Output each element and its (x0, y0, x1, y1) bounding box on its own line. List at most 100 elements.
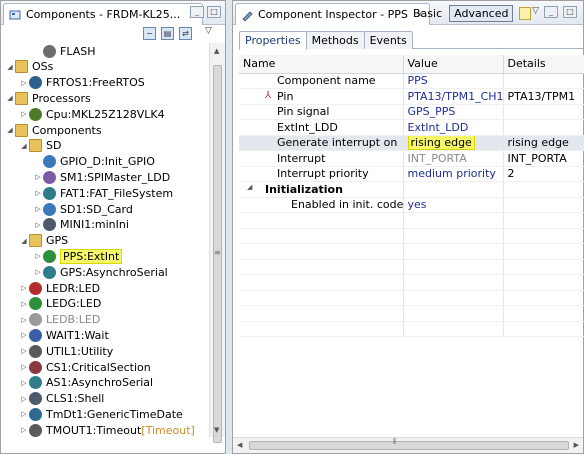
empty-cell (239, 305, 404, 322)
tree-item[interactable]: ▷ SD1:SD_Card (33, 201, 133, 217)
tree-item[interactable]: FLASH (33, 43, 96, 59)
tree-item[interactable]: ▷ FAT1:FAT_FileSystem (33, 185, 173, 201)
collapsed-arrow-icon[interactable]: ▷ (33, 268, 43, 276)
property-value[interactable]: yes (403, 197, 504, 213)
property-row[interactable]: ExtInt_LDD ExtInt_LDD (239, 119, 584, 136)
collapsed-arrow-icon[interactable]: ▷ (19, 395, 29, 403)
collapsed-arrow-icon[interactable]: ▷ (19, 426, 29, 434)
tree-item[interactable]: ◢ GPS (19, 233, 68, 249)
vertical-scrollbar[interactable]: ▲ ≡ ▼ (209, 43, 225, 443)
advanced-button[interactable]: Advanced (449, 5, 514, 22)
tree-item[interactable]: ▷ CLS1:Shell (19, 391, 104, 407)
tree-item[interactable]: ▷ CS1:CriticalSection (19, 359, 151, 375)
property-value[interactable]: PTA13/TPM1_CH1 (403, 88, 504, 105)
property-row[interactable]: Component name PPS (239, 73, 584, 89)
inspector-tab[interactable]: Component Inspector - PPS × (235, 3, 431, 25)
tree-item[interactable]: ▷ UTIL1:Utility (19, 343, 113, 359)
component-icon (43, 202, 56, 216)
link-editor-icon[interactable]: ⇄ (179, 27, 192, 40)
collapsed-arrow-icon[interactable]: ▷ (19, 410, 29, 418)
tree-item[interactable]: ◢ Processors (5, 90, 91, 106)
tree-item[interactable]: ◢ OSs (5, 59, 53, 75)
tree-item[interactable]: ▷ SM1:SPIMaster_LDD (33, 169, 170, 185)
collapse-all-icon[interactable]: − (143, 27, 156, 40)
property-value[interactable]: PPS (403, 73, 504, 89)
collapsed-arrow-icon[interactable]: ▷ (19, 110, 29, 118)
maximize-button[interactable]: □ (563, 6, 577, 18)
collapsed-arrow-icon[interactable]: ▷ (19, 331, 29, 339)
property-value[interactable]: ExtInt_LDD (403, 119, 504, 136)
tree-item[interactable]: ▷ TmDt1:GenericTimeDate (19, 406, 183, 422)
minimize-button[interactable]: _ (544, 6, 558, 18)
expanded-arrow-icon[interactable]: ◢ (5, 126, 15, 134)
collapsed-arrow-icon[interactable]: ▷ (19, 284, 29, 292)
collapsed-arrow-icon[interactable]: ▷ (33, 252, 43, 260)
maximize-button[interactable]: □ (207, 6, 221, 18)
collapsed-arrow-icon[interactable]: ▷ (19, 79, 29, 87)
tab-properties[interactable]: Properties (239, 31, 307, 50)
property-name-label: Initialization (265, 182, 343, 196)
new-note-icon[interactable] (519, 7, 532, 20)
collapsed-arrow-icon[interactable]: ▷ (19, 347, 29, 355)
tree-item[interactable]: ▷ Cpu:MKL25Z128VLK4 (19, 106, 165, 122)
component-icon (29, 360, 42, 374)
expanded-arrow-icon[interactable]: ◢ (19, 237, 29, 245)
collapsed-arrow-icon[interactable]: ▷ (33, 205, 43, 213)
expanded-arrow-icon[interactable]: ◢ (247, 183, 252, 191)
tab-events[interactable]: Events (363, 31, 413, 49)
tree-item[interactable]: ◢ SD (19, 138, 61, 154)
property-row[interactable]: ⅄ Pin PTA13/TPM1_CH1 PTA13/TPM1 (239, 88, 584, 105)
tree-item[interactable]: ▷ LEDB:LED (19, 312, 100, 328)
property-value[interactable] (403, 181, 504, 198)
properties-table: Name Value Details Component name PPS ⅄ Pin… (239, 55, 584, 337)
empty-cell (503, 259, 584, 275)
property-row[interactable]: ◢ Initialization (239, 181, 584, 198)
property-name: ExtInt_LDD (239, 119, 404, 136)
collapsed-arrow-icon[interactable]: ▷ (19, 300, 29, 308)
column-header-details[interactable]: Details (503, 55, 584, 74)
property-value[interactable]: GPS_PPS (403, 104, 504, 120)
minimize-button[interactable]: _ (190, 6, 204, 18)
tree-item[interactable]: ▷ WAIT1:Wait (19, 327, 109, 343)
property-name-label: Enabled in init. code (291, 198, 403, 212)
property-row[interactable]: Interrupt priority medium priority 2 (239, 166, 584, 182)
property-row[interactable]: Pin signal GPS_PPS (239, 104, 584, 120)
collapsed-arrow-icon[interactable]: ▷ (33, 173, 43, 181)
collapsed-arrow-icon[interactable]: ▷ (19, 379, 29, 387)
column-header-value[interactable]: Value (403, 55, 504, 74)
tree-item[interactable]: ▷ GPS:AsynchroSerial (33, 264, 168, 280)
view-menu-icon[interactable]: ▽ (205, 26, 212, 36)
property-row[interactable]: Interrupt INT_PORTA INT_PORTA (239, 150, 584, 167)
collapsed-arrow-icon[interactable]: ▷ (19, 363, 29, 371)
open-folder-icon[interactable]: ▤ (161, 27, 174, 40)
gear-icon (43, 44, 56, 58)
tree-item[interactable]: GPIO_D:Init_GPIO (33, 154, 155, 170)
expanded-arrow-icon[interactable]: ◢ (19, 142, 29, 150)
expanded-arrow-icon[interactable]: ◢ (5, 63, 15, 71)
component-icon (43, 155, 56, 169)
tree-item[interactable]: ◢ Components (5, 122, 102, 138)
property-value[interactable]: INT_PORTA (403, 150, 504, 167)
collapsed-arrow-icon[interactable]: ▷ (33, 189, 43, 197)
tree-item[interactable]: ▷ FRTOS1:FreeRTOS (19, 75, 145, 91)
tree-item-label: FRTOS1:FreeRTOS (46, 76, 145, 90)
tree-item[interactable]: ▷ LEDR:LED (19, 280, 100, 296)
tab-methods[interactable]: Methods (305, 31, 365, 49)
property-row[interactable]: Generate interrupt on rising edge rising e… (239, 135, 584, 151)
collapsed-arrow-icon[interactable]: ▷ (33, 221, 43, 229)
horizontal-scrollbar[interactable]: ◀ ⦀ ▶ (233, 437, 583, 453)
property-value[interactable]: medium priority (403, 166, 504, 182)
tree-item[interactable]: ▷ LEDG:LED (19, 296, 101, 312)
expanded-arrow-icon[interactable]: ◢ (5, 94, 15, 102)
property-value[interactable]: rising edge (403, 135, 504, 151)
basic-button[interactable]: Basic (409, 5, 446, 22)
property-row[interactable]: Enabled in init. code yes (239, 197, 584, 213)
tree-item[interactable]: ▷ TMOUT1:Timeout [Timeout] (19, 422, 195, 437)
view-menu-icon[interactable]: ▽ (532, 6, 539, 18)
tree-item[interactable]: ▷ MINI1:minIni (33, 217, 129, 233)
collapsed-arrow-icon[interactable]: ▷ (19, 316, 29, 324)
tree-item[interactable]: ▷ PPS:ExtInt (33, 248, 123, 264)
components-tab[interactable]: Components - FRDM-KL25... × (3, 3, 203, 25)
column-header-name[interactable]: Name (239, 55, 404, 74)
tree-item[interactable]: ▷ AS1:AsynchroSerial (19, 375, 153, 391)
